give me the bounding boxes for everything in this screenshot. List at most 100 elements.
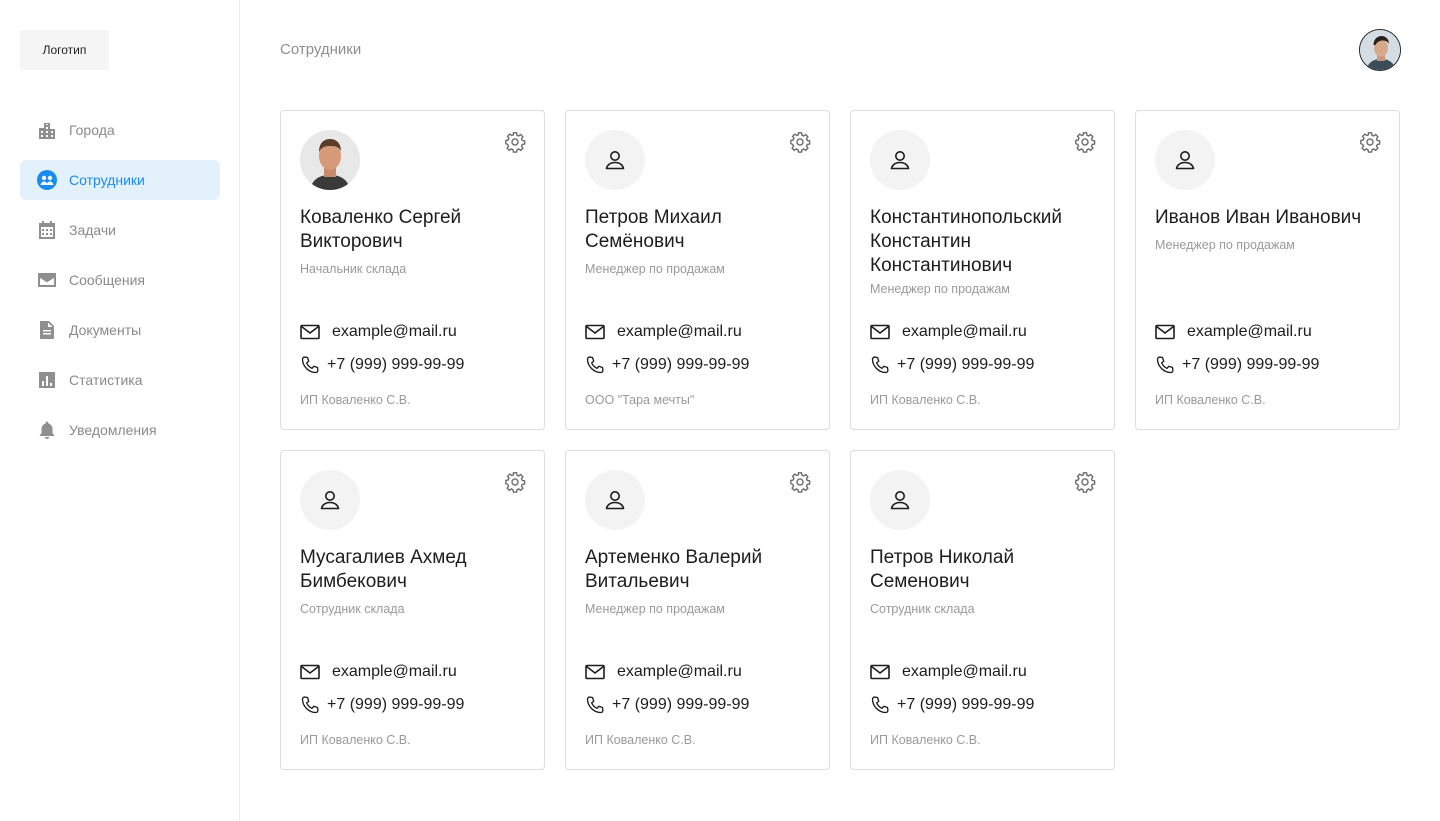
employee-name: Иванов Иван Иванович — [1155, 207, 1362, 228]
employee-name: Мусагалиев Ахмед Бимбекович — [300, 547, 467, 592]
employee-email-text: example@mail.ru — [1187, 323, 1312, 340]
employee-company: ИП Коваленко С.В. — [585, 733, 696, 747]
employee-phone[interactable]: +7 (999) 999-99-99 — [870, 355, 1034, 375]
employee-email[interactable]: example@mail.ru — [585, 663, 742, 681]
employee-info: Мусагалиев Ахмед Бимбекович Сотрудник ск… — [300, 546, 532, 617]
settings-gear-icon[interactable] — [789, 471, 811, 493]
employee-name: Коваленко Сергей Викторович — [300, 207, 462, 252]
sidebar-item-statistics[interactable]: Статистика — [20, 360, 220, 400]
settings-gear-icon[interactable] — [789, 131, 811, 153]
envelope-icon — [1155, 324, 1175, 340]
employee-role: Менеджер по продажам — [1155, 238, 1295, 252]
settings-gear-icon[interactable] — [1074, 131, 1096, 153]
employee-info: Артеменко Валерий Витальевич Менеджер по… — [585, 546, 817, 617]
employee-email[interactable]: example@mail.ru — [300, 323, 457, 341]
sidebar-item-notifications[interactable]: Уведомления — [20, 410, 220, 450]
employee-card: Петров Николай Семенович Сотрудник склад… — [850, 450, 1115, 770]
bell-icon — [37, 420, 57, 440]
sidebar-item-label: Задачи — [69, 222, 117, 238]
employee-phone-text: +7 (999) 999-99-99 — [327, 696, 465, 713]
employee-email-text: example@mail.ru — [332, 323, 457, 340]
sidebar-item-messages[interactable]: Сообщения — [20, 260, 220, 300]
employee-email[interactable]: example@mail.ru — [870, 663, 1027, 681]
employee-phone[interactable]: +7 (999) 999-99-99 — [870, 695, 1034, 715]
sidebar-item-documents[interactable]: Документы — [20, 310, 220, 350]
sidebar-item-label: Документы — [69, 322, 142, 338]
employee-info: Константинопольский Константин Константи… — [870, 206, 1102, 297]
employee-photo — [300, 130, 360, 190]
envelope-icon — [300, 324, 320, 340]
sidebar-item-cities[interactable]: Города — [20, 110, 220, 150]
phone-icon — [301, 356, 319, 374]
employee-email[interactable]: example@mail.ru — [1155, 323, 1312, 341]
mail-icon — [37, 270, 57, 290]
phone-icon — [1156, 356, 1174, 374]
settings-gear-icon[interactable] — [1359, 131, 1381, 153]
phone-icon — [301, 696, 319, 714]
employee-role: Менеджер по продажам — [870, 282, 1010, 296]
phone-icon — [586, 696, 604, 714]
employee-phone[interactable]: +7 (999) 999-99-99 — [300, 695, 464, 715]
employee-company: ИП Коваленко С.В. — [300, 733, 411, 747]
document-icon — [37, 320, 57, 340]
sidebar-item-label: Уведомления — [69, 422, 157, 438]
settings-gear-icon[interactable] — [1074, 471, 1096, 493]
employee-card: Мусагалиев Ахмед Бимбекович Сотрудник ск… — [280, 450, 545, 770]
employee-name: Петров Николай Семенович — [870, 547, 1015, 592]
envelope-icon — [585, 664, 605, 680]
settings-gear-icon[interactable] — [504, 471, 526, 493]
sidebar: Логотип Города Сотрудники Задачи Сообщен… — [0, 0, 240, 821]
settings-gear-icon[interactable] — [504, 131, 526, 153]
employee-role: Менеджер по продажам — [585, 262, 725, 276]
employee-email-text: example@mail.ru — [617, 663, 742, 680]
employee-card: Иванов Иван Иванович Менеджер по продажа… — [1135, 110, 1400, 430]
employee-avatar-placeholder — [870, 130, 930, 190]
phone-icon — [586, 356, 604, 374]
sidebar-item-label: Города — [69, 122, 115, 138]
user-icon — [890, 491, 910, 510]
employee-avatar-placeholder — [870, 470, 930, 530]
employee-role: Сотрудник склада — [300, 602, 405, 616]
employee-email[interactable]: example@mail.ru — [585, 323, 742, 341]
employee-role: Сотрудник склада — [870, 602, 975, 616]
sidebar-item-tasks[interactable]: Задачи — [20, 210, 220, 250]
page-title: Сотрудники — [280, 41, 362, 58]
city-icon — [37, 120, 57, 140]
employee-company: ИП Коваленко С.В. — [300, 393, 411, 407]
sidebar-item-label: Сообщения — [69, 272, 145, 288]
user-avatar[interactable] — [1359, 29, 1401, 71]
employee-phone[interactable]: +7 (999) 999-99-99 — [1155, 355, 1319, 375]
employee-phone-text: +7 (999) 999-99-99 — [897, 696, 1035, 713]
employee-card: Артеменко Валерий Витальевич Менеджер по… — [565, 450, 830, 770]
employee-card: Коваленко Сергей Викторович Начальник ск… — [280, 110, 545, 430]
phone-icon — [871, 356, 889, 374]
employee-card: Константинопольский Константин Константи… — [850, 110, 1115, 430]
employee-info: Петров Николай Семенович Сотрудник склад… — [870, 546, 1102, 617]
employee-company: ИП Коваленко С.В. — [870, 393, 981, 407]
employee-info: Иванов Иван Иванович Менеджер по продажа… — [1155, 206, 1387, 253]
employee-company: ИП Коваленко С.В. — [870, 733, 981, 747]
sidebar-item-label: Статистика — [69, 372, 143, 388]
envelope-icon — [300, 664, 320, 680]
envelope-icon — [870, 324, 890, 340]
employee-phone-text: +7 (999) 999-99-99 — [612, 696, 750, 713]
logo[interactable]: Логотип — [20, 30, 109, 70]
employees-icon — [37, 170, 57, 190]
sidebar-nav: Города Сотрудники Задачи Сообщения Докум… — [20, 110, 220, 460]
employee-role: Менеджер по продажам — [585, 602, 725, 616]
employee-name: Константинопольский Константин Константи… — [870, 207, 1063, 276]
employee-info: Петров Михаил Семёнович Менеджер по прод… — [585, 206, 817, 277]
employee-phone[interactable]: +7 (999) 999-99-99 — [300, 355, 464, 375]
employee-card: Петров Михаил Семёнович Менеджер по прод… — [565, 110, 830, 430]
employee-phone[interactable]: +7 (999) 999-99-99 — [585, 695, 749, 715]
employee-email[interactable]: example@mail.ru — [300, 663, 457, 681]
employee-phone-text: +7 (999) 999-99-99 — [612, 356, 750, 373]
employee-avatar-placeholder — [585, 130, 645, 190]
employee-phone-text: +7 (999) 999-99-99 — [327, 356, 465, 373]
employee-email[interactable]: example@mail.ru — [870, 323, 1027, 341]
employee-phone[interactable]: +7 (999) 999-99-99 — [585, 355, 749, 375]
employee-email-text: example@mail.ru — [332, 663, 457, 680]
employee-avatar-placeholder — [1155, 130, 1215, 190]
envelope-icon — [585, 324, 605, 340]
sidebar-item-employees[interactable]: Сотрудники — [20, 160, 220, 200]
